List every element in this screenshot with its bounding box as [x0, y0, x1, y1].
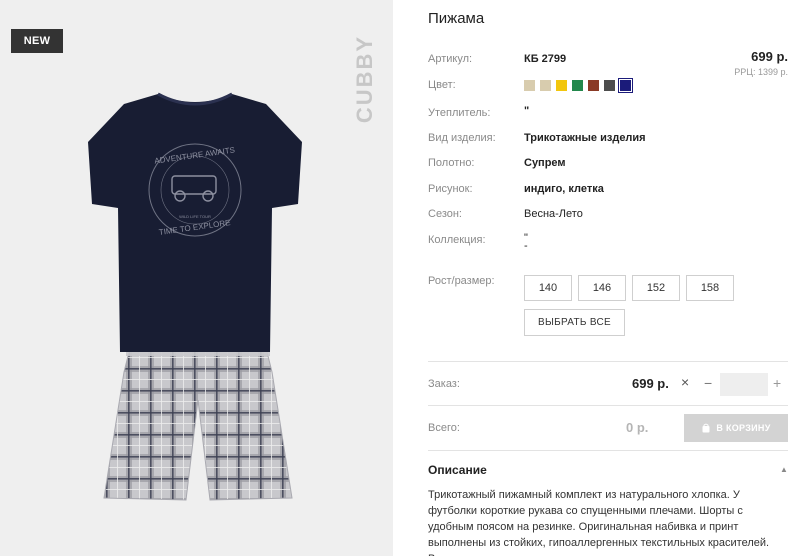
times-icon: ×: [681, 374, 690, 390]
pattern-value: индиго, клетка: [524, 183, 604, 195]
article-value: КБ 2799: [524, 53, 567, 65]
bag-icon: [702, 423, 710, 433]
divider: [428, 361, 788, 362]
new-badge: NEW: [11, 29, 63, 53]
product-image-panel[interactable]: NEW CUBBY ADVENTURE AWAITS WILD LIFE TOU…: [0, 0, 393, 556]
rrp-price: РРЦ: 1399 р.: [734, 67, 788, 77]
pattern-label: Рисунок:: [428, 183, 473, 195]
divider: [428, 405, 788, 406]
total-label: Всего:: [428, 422, 460, 434]
season-label: Сезон:: [428, 208, 462, 220]
product-image: ADVENTURE AWAITS WILD LIFE TOUR TIME TO …: [88, 92, 302, 501]
decrease-quantity-button[interactable]: −: [704, 375, 712, 391]
order-label: Заказ:: [428, 378, 460, 390]
color-swatch[interactable]: [604, 80, 615, 91]
insulation-label: Утеплитель:: [428, 107, 491, 119]
description-text: Трикотажный пижамный комплект из натурал…: [428, 489, 771, 556]
divider: [428, 450, 788, 451]
color-swatch[interactable]: [618, 78, 633, 93]
increase-quantity-button[interactable]: +: [773, 375, 781, 391]
size-button-146[interactable]: 146: [578, 275, 626, 301]
order-price: 699 р.: [632, 376, 669, 391]
article-label: Артикул:: [428, 53, 473, 65]
caret-up-icon[interactable]: ▲: [780, 465, 788, 474]
total-value: 0 р.: [626, 420, 649, 435]
collection-value-dash: -: [524, 240, 528, 252]
size-button-152[interactable]: 152: [632, 275, 680, 301]
color-swatch[interactable]: [572, 80, 583, 91]
size-button-140[interactable]: 140: [524, 275, 572, 301]
color-swatch[interactable]: [540, 80, 551, 91]
color-swatch[interactable]: [556, 80, 567, 91]
type-label: Вид изделия:: [428, 132, 496, 144]
type-value: Трикотажные изделия: [524, 132, 646, 144]
add-to-cart-label: В КОРЗИНУ: [716, 423, 771, 433]
size-label: Рост/размер:: [428, 275, 495, 287]
color-swatch[interactable]: [588, 80, 599, 91]
insulation-value: ": [524, 105, 530, 117]
color-swatches: [524, 78, 633, 93]
shorts-image: [103, 346, 293, 501]
size-button-158[interactable]: 158: [686, 275, 734, 301]
color-swatch[interactable]: [524, 80, 535, 91]
quantity-input[interactable]: [720, 373, 768, 396]
fabric-label: Полотно:: [428, 157, 475, 169]
season-value: Весна-Лето: [524, 208, 583, 220]
product-price: 699 р.: [751, 49, 788, 64]
t-shirt-image: ADVENTURE AWAITS WILD LIFE TOUR TIME TO …: [88, 92, 302, 352]
svg-text:WILD LIFE TOUR: WILD LIFE TOUR: [179, 214, 211, 219]
add-to-cart-button[interactable]: В КОРЗИНУ: [684, 414, 788, 442]
brand-logo: CUBBY: [352, 34, 377, 124]
color-label: Цвет:: [428, 79, 456, 91]
fabric-value: Супрем: [524, 157, 566, 169]
select-all-button[interactable]: ВЫБРАТЬ ВСЕ: [524, 309, 625, 336]
collection-label: Коллекция:: [428, 234, 486, 246]
description-title[interactable]: Описание: [428, 463, 487, 477]
product-title: Пижама: [428, 10, 485, 27]
size-options: 140 146 152 158: [524, 275, 734, 301]
